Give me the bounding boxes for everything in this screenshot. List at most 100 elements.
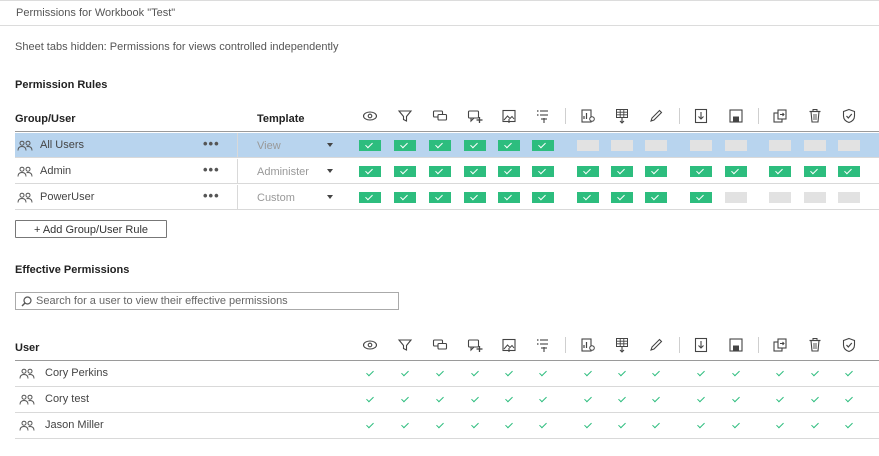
web-edit-icon (648, 337, 664, 353)
export-image-icon (501, 108, 517, 124)
rules-header-divider (15, 131, 879, 132)
view-icon (362, 337, 378, 353)
capability-add-comment-allow[interactable] (464, 166, 486, 177)
save-icon (728, 337, 744, 353)
capability-set-permissions-none[interactable] (838, 140, 860, 151)
comments-icon (432, 108, 448, 124)
capability-view-allow[interactable] (359, 166, 381, 177)
capability-download-data-allow[interactable] (611, 192, 633, 203)
template-cell-divider (237, 159, 238, 183)
template-select[interactable]: Administer (257, 166, 309, 178)
capability-filter-allow[interactable] (394, 140, 416, 151)
capability-view-underlying-data-allow[interactable] (577, 166, 599, 177)
dialog-title: Permissions for Workbook "Test" (16, 7, 176, 19)
rule-group-name: PowerUser (40, 191, 95, 203)
add-group-user-rule-button[interactable]: + Add Group/User Rule (15, 220, 167, 238)
capability-group-separator (565, 337, 566, 353)
capability-view-underlying-data-none[interactable] (577, 140, 599, 151)
capability-web-edit-allow[interactable] (645, 166, 667, 177)
capability-view-allow[interactable] (359, 140, 381, 151)
more-actions-button[interactable]: ••• (203, 188, 220, 203)
capability-download-workbook-allow[interactable] (690, 192, 712, 203)
capability-download-workbook-none[interactable] (690, 140, 712, 151)
effective-row-cory-perkins[interactable] (15, 362, 879, 386)
dialog-title-bar: Permissions for Workbook "Test" (0, 0, 879, 26)
add-comment-icon (467, 337, 483, 353)
permission-rules-heading: Permission Rules (15, 79, 108, 91)
delete-icon (807, 337, 823, 353)
template-cell-divider (237, 133, 238, 157)
capability-add-comment-allow[interactable] (464, 140, 486, 151)
capability-summary-data-allow[interactable] (532, 166, 554, 177)
user-icon (19, 419, 35, 431)
move-icon (772, 337, 788, 353)
template-dropdown-caret[interactable] (327, 195, 333, 199)
more-actions-button[interactable]: ••• (203, 136, 220, 151)
group-icon (17, 139, 33, 151)
template-select[interactable]: View (257, 140, 281, 152)
template-dropdown-caret[interactable] (327, 169, 333, 173)
user-search-box[interactable] (15, 292, 399, 310)
capability-delete-none[interactable] (804, 192, 826, 203)
template-dropdown-caret[interactable] (327, 143, 333, 147)
capability-export-image-allow[interactable] (498, 166, 520, 177)
capability-download-workbook-allow[interactable] (690, 166, 712, 177)
template-cell-divider (237, 185, 238, 209)
row-divider (15, 386, 879, 387)
capability-move-none[interactable] (769, 192, 791, 203)
effective-user-name: Cory test (45, 393, 90, 405)
set-permissions-icon (841, 108, 857, 124)
capability-group-separator (758, 108, 759, 124)
row-divider (15, 209, 879, 210)
capability-move-none[interactable] (769, 140, 791, 151)
capability-group-separator (679, 337, 680, 353)
user-icon (19, 367, 35, 379)
capability-set-permissions-allow[interactable] (838, 166, 860, 177)
effective-row-cory-test[interactable] (15, 388, 879, 412)
effective-user-name: Cory Perkins (45, 367, 108, 379)
capability-filter-allow[interactable] (394, 166, 416, 177)
group-icon (17, 191, 33, 203)
search-icon (21, 296, 32, 307)
filter-icon (397, 108, 413, 124)
view-icon (362, 108, 378, 124)
group-user-column-header: Group/User (15, 113, 76, 125)
capability-web-edit-none[interactable] (645, 140, 667, 151)
rule-group-name: Admin (40, 165, 72, 177)
capability-move-allow[interactable] (769, 166, 791, 177)
capability-group-separator (679, 108, 680, 124)
more-actions-button[interactable]: ••• (203, 162, 220, 177)
capability-save-allow[interactable] (725, 166, 747, 177)
capability-summary-data-allow[interactable] (532, 140, 554, 151)
capability-delete-allow[interactable] (804, 166, 826, 177)
capability-comments-allow[interactable] (429, 140, 451, 151)
capability-web-edit-allow[interactable] (645, 192, 667, 203)
capability-delete-none[interactable] (804, 140, 826, 151)
capability-group-separator (758, 337, 759, 353)
capability-comments-allow[interactable] (429, 192, 451, 203)
delete-icon (807, 108, 823, 124)
template-column-header: Template (257, 113, 305, 125)
capability-filter-allow[interactable] (394, 192, 416, 203)
user-search-input[interactable] (36, 294, 391, 308)
view-underlying-data-icon (580, 108, 596, 124)
effective-user-name: Jason Miller (45, 419, 104, 431)
add-comment-icon (467, 108, 483, 124)
capability-save-none[interactable] (725, 140, 747, 151)
capability-save-none[interactable] (725, 192, 747, 203)
capability-view-allow[interactable] (359, 192, 381, 203)
capability-export-image-allow[interactable] (498, 192, 520, 203)
summary-data-icon (535, 337, 551, 353)
capability-set-permissions-none[interactable] (838, 192, 860, 203)
capability-comments-allow[interactable] (429, 166, 451, 177)
sheet-tabs-notice: Sheet tabs hidden: Permissions for views… (15, 41, 339, 53)
view-underlying-data-icon (580, 337, 596, 353)
capability-summary-data-allow[interactable] (532, 192, 554, 203)
capability-download-data-allow[interactable] (611, 166, 633, 177)
capability-export-image-allow[interactable] (498, 140, 520, 151)
capability-view-underlying-data-allow[interactable] (577, 192, 599, 203)
capability-add-comment-allow[interactable] (464, 192, 486, 203)
template-select[interactable]: Custom (257, 192, 295, 204)
capability-download-data-none[interactable] (611, 140, 633, 151)
effective-row-jason-miller[interactable] (15, 414, 879, 438)
